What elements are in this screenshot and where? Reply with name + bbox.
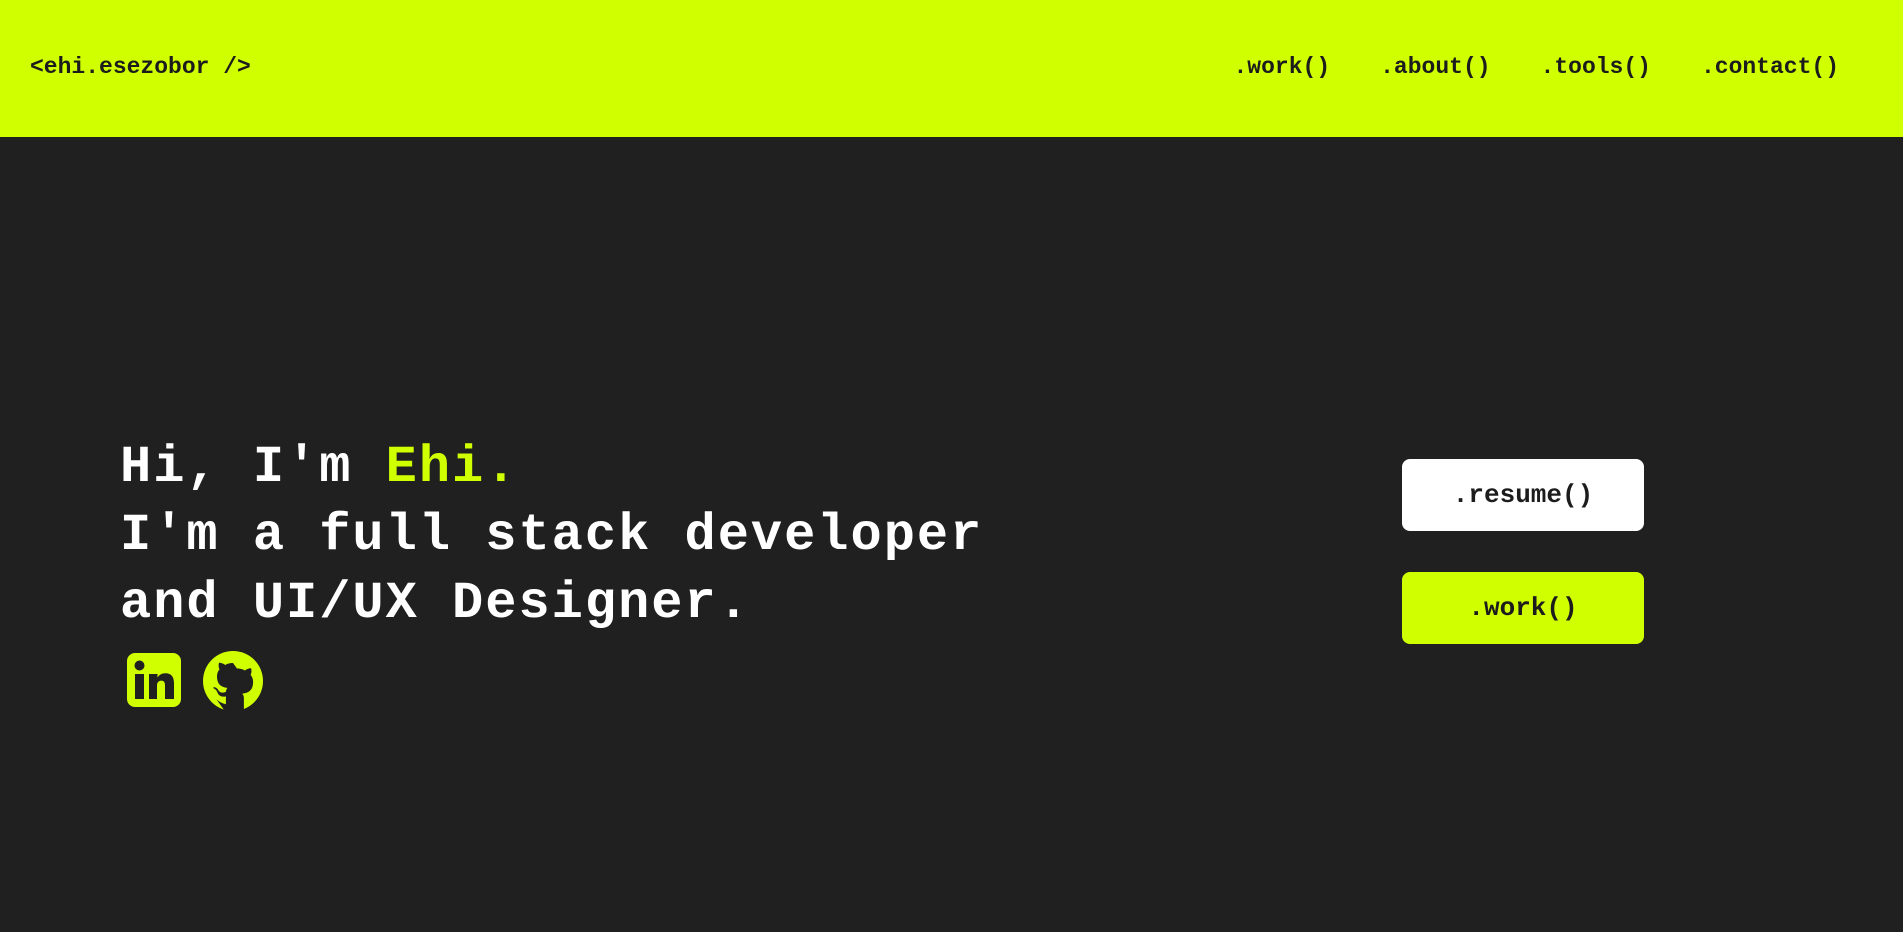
- nav-link-work[interactable]: .work(): [1234, 53, 1331, 81]
- hero-intro: Hi, I'm Ehi. I'm a full stack developer …: [120, 434, 983, 638]
- linkedin-icon[interactable]: [124, 650, 186, 712]
- hero-role-line-2: and UI/UX Designer.: [120, 574, 751, 633]
- hero-name: Ehi.: [385, 438, 519, 497]
- main-nav: .work() .about() .tools() .contact(): [1234, 53, 1840, 81]
- work-button[interactable]: .work(): [1402, 572, 1644, 644]
- top-navigation-bar: <ehi.esezobor /> .work() .about() .tools…: [0, 0, 1903, 137]
- site-logo[interactable]: <ehi.esezobor />: [30, 53, 251, 81]
- nav-link-contact[interactable]: .contact(): [1701, 53, 1839, 81]
- social-links: [124, 650, 264, 712]
- nav-link-tools[interactable]: .tools(): [1541, 53, 1651, 81]
- github-icon[interactable]: [202, 650, 264, 712]
- greeting-prefix: Hi, I'm: [120, 438, 386, 497]
- nav-link-about[interactable]: .about(): [1380, 53, 1490, 81]
- hero-greeting: Hi, I'm Ehi.: [120, 434, 983, 502]
- hero-role-line: I'm a full stack developer: [120, 506, 984, 565]
- resume-button[interactable]: .resume(): [1402, 459, 1644, 531]
